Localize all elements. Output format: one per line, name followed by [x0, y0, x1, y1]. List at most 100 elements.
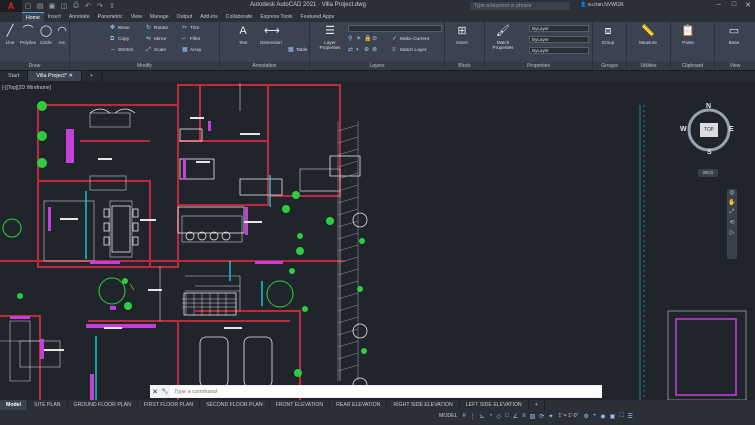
- open-icon[interactable]: ▤: [34, 0, 46, 12]
- saveas-icon[interactable]: ◫: [58, 0, 70, 12]
- viewcube-top-face[interactable]: TOP: [700, 123, 718, 137]
- object-snap-tracking-icon[interactable]: ∠: [511, 413, 520, 420]
- text-tool[interactable]: A Text: [234, 24, 252, 45]
- orbit-icon[interactable]: ⟲: [727, 219, 737, 229]
- draw-panel-title[interactable]: Draw: [0, 62, 69, 70]
- block-panel-title[interactable]: Block: [445, 62, 484, 70]
- command-line-close-icon[interactable]: ✕: [150, 388, 160, 396]
- wcs-menu[interactable]: WCS: [698, 169, 718, 177]
- layer-tools-row-2[interactable]: ⇄ ◐ ⊕ ⊗: [348, 46, 380, 55]
- group-tool[interactable]: ⧈ Group: [599, 24, 617, 45]
- move-tool[interactable]: ✥ Move: [110, 24, 130, 33]
- mirror-tool[interactable]: ⇋ Mirror: [146, 35, 167, 44]
- minimize-button[interactable]: –: [712, 1, 726, 11]
- tab-output[interactable]: Output: [173, 12, 197, 22]
- compass-south[interactable]: S: [707, 149, 712, 156]
- tab-left-side-elevation[interactable]: LEFT SIDE ELEVATION: [460, 400, 529, 410]
- tab-model[interactable]: Model: [0, 400, 28, 410]
- annotation-panel-title[interactable]: Annotation: [220, 62, 309, 70]
- properties-panel-title[interactable]: Properties: [485, 62, 592, 70]
- isodraft-icon[interactable]: ◇: [494, 413, 503, 420]
- model-space-toggle[interactable]: MODEL: [436, 413, 460, 419]
- clean-screen-icon[interactable]: ⛶: [617, 413, 625, 420]
- tab-parametric[interactable]: Parametric: [94, 12, 127, 22]
- tab-first-floor-plan[interactable]: FIRST FLOOR PLAN: [138, 400, 201, 410]
- close-button[interactable]: ✕: [741, 1, 755, 11]
- showmotion-icon[interactable]: ▷: [727, 229, 737, 239]
- new-tab-button[interactable]: +: [82, 71, 103, 81]
- snap-icon[interactable]: ⋮: [468, 413, 478, 420]
- new-icon[interactable]: ▢: [22, 0, 34, 12]
- tab-add-ins[interactable]: Add-ins: [196, 12, 222, 22]
- maximize-button[interactable]: □: [727, 1, 741, 11]
- command-line-customize-icon[interactable]: 🔧: [160, 388, 170, 395]
- user-account[interactable]: 👤 vu.tran.NVWGN: [580, 2, 623, 8]
- arc-tool[interactable]: ◠ Arc: [53, 24, 71, 45]
- make-current-tool[interactable]: ✓ Make Current: [392, 35, 429, 44]
- tab-collaborate[interactable]: Collaborate: [222, 12, 257, 22]
- tab-second-floor-plan[interactable]: SECOND FLOOR PLAN: [200, 400, 270, 410]
- ortho-icon[interactable]: ⊾: [478, 413, 487, 420]
- match-layer-tool[interactable]: ≡ Match Layer: [392, 46, 426, 55]
- close-tab-icon[interactable]: ✕: [68, 73, 73, 79]
- add-icon[interactable]: +: [591, 413, 599, 419]
- search-input[interactable]: Type a keyword or phrase: [470, 2, 570, 10]
- tab-front-elevation[interactable]: FRONT ELEVATION: [270, 400, 331, 410]
- autocad-logo-icon[interactable]: A: [0, 0, 22, 12]
- compass-east[interactable]: E: [729, 126, 734, 133]
- tab-view[interactable]: View: [127, 12, 146, 22]
- utilities-panel-title[interactable]: Utilities: [627, 62, 670, 70]
- tab-ground-floor-plan[interactable]: GROUND FLOOR PLAN: [68, 400, 138, 410]
- zoom-extents-icon[interactable]: ⤢: [727, 209, 737, 219]
- line-tool[interactable]: ╱ Line: [1, 24, 19, 45]
- compass-north[interactable]: N: [706, 103, 711, 110]
- layers-panel-title[interactable]: Layers: [310, 62, 444, 70]
- color-dropdown[interactable]: ByLayer: [529, 25, 589, 32]
- add-layout-button[interactable]: +: [529, 400, 545, 410]
- rotate-tool[interactable]: ↻ Rotate: [146, 24, 168, 33]
- pan-icon[interactable]: ✋: [727, 199, 737, 209]
- viewcube[interactable]: N S E W TOP: [680, 103, 736, 159]
- layer-dropdown[interactable]: [348, 25, 442, 32]
- annotation-visibility-icon[interactable]: ✦: [546, 413, 555, 420]
- tab-right-side-elevation[interactable]: RIGHT SIDE ELEVATION: [387, 400, 460, 410]
- tab-insert[interactable]: Insert: [44, 12, 65, 22]
- polyline-tool[interactable]: ⌒ Polyline: [19, 24, 37, 45]
- tab-annotate[interactable]: Annotate: [65, 12, 94, 22]
- scale-tool[interactable]: ⤢ Scale: [146, 46, 166, 55]
- annotation-scale[interactable]: 1' = 1'-0": [555, 413, 581, 419]
- paste-tool[interactable]: 📋 Paste: [679, 24, 697, 45]
- clipboard-panel-title[interactable]: Clipboard: [671, 62, 714, 70]
- tab-express-tools[interactable]: Express Tools: [256, 12, 296, 22]
- tab-villa-project[interactable]: Villa Project* ✕: [28, 71, 82, 81]
- trim-tool[interactable]: ✂ Trim: [182, 24, 199, 33]
- groups-panel-title[interactable]: Groups: [593, 62, 626, 70]
- tab-site-plan[interactable]: SITE PLAN: [28, 400, 68, 410]
- tab-featured-apps[interactable]: Featured Apps: [297, 12, 339, 22]
- linetype-dropdown[interactable]: ByLayer: [529, 36, 589, 43]
- dimension-tool[interactable]: ⟷ Dimension: [256, 24, 286, 45]
- grid-icon[interactable]: #: [460, 413, 467, 419]
- table-tool[interactable]: ▦ Table: [288, 46, 307, 55]
- lineweight-icon[interactable]: ≡: [520, 413, 528, 419]
- customization-icon[interactable]: ☰: [626, 413, 635, 420]
- viewport-controls[interactable]: [-][Top][2D Wireframe]: [2, 85, 51, 91]
- modify-panel-title[interactable]: Modify: [70, 62, 219, 70]
- command-input[interactable]: [170, 386, 602, 397]
- fillet-tool[interactable]: ⌐ Fillet: [182, 35, 200, 44]
- compass-west[interactable]: W: [680, 126, 687, 133]
- selection-cycling-icon[interactable]: ⟳: [537, 413, 546, 420]
- print-icon[interactable]: ⎙: [70, 0, 82, 12]
- copy-tool[interactable]: ⧉ Copy: [110, 35, 129, 44]
- workspace-gear-icon[interactable]: ⚙: [581, 413, 590, 420]
- base-tool[interactable]: ▭ Base: [725, 24, 743, 45]
- hardware-acceleration-icon[interactable]: ▣: [608, 413, 618, 420]
- steering-wheel-icon[interactable]: ◎: [727, 189, 737, 199]
- tab-start[interactable]: Start: [0, 71, 29, 81]
- redo-icon[interactable]: ↷: [94, 0, 106, 12]
- tab-manage[interactable]: Manage: [146, 12, 173, 22]
- layer-properties-tool[interactable]: ☰ Layer Properties: [316, 24, 344, 50]
- layer-tools-row-1[interactable]: ⚲ ☀ 🔒⊘: [348, 35, 380, 44]
- tab-rear-elevation[interactable]: REAR ELEVATION: [330, 400, 388, 410]
- stretch-tool[interactable]: ⇔ Stretch: [110, 46, 133, 55]
